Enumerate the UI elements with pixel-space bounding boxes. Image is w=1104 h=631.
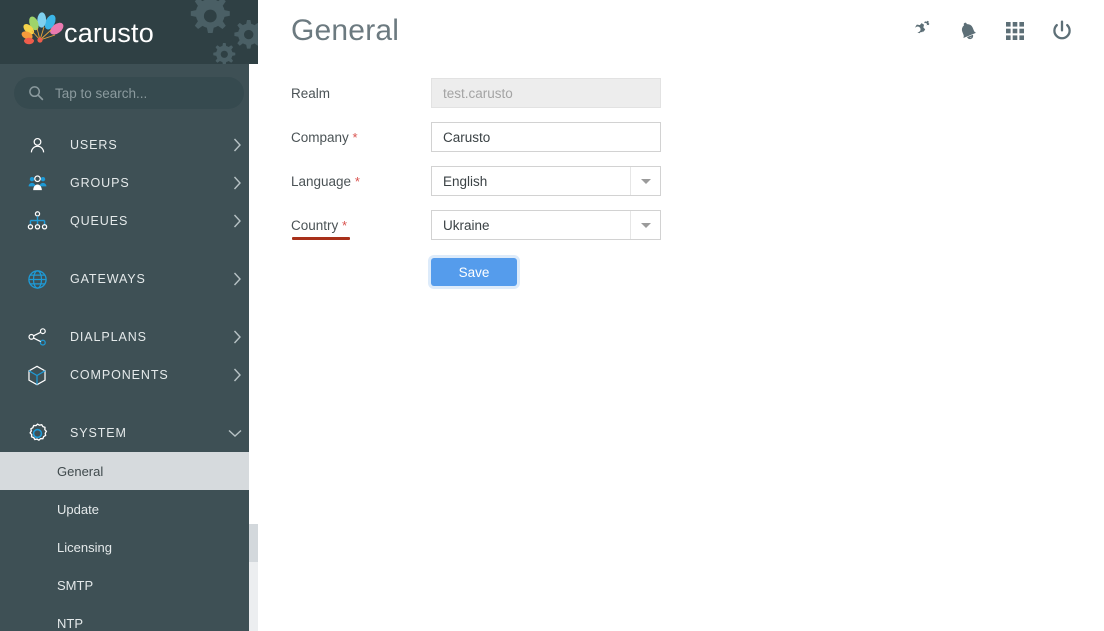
chevron-down-icon[interactable] — [630, 167, 660, 195]
brand-name: carusto — [64, 18, 154, 48]
company-input[interactable]: Carusto — [431, 122, 661, 152]
globe-icon — [24, 267, 50, 291]
field-value: Carusto — [443, 129, 491, 145]
sidebar-item-components[interactable]: COMPONENTS — [0, 356, 258, 394]
sidebar-subitem-ntp[interactable]: NTP — [0, 604, 258, 631]
save-button[interactable]: Save — [431, 258, 517, 286]
decorative-gears-icon — [190, 0, 258, 64]
sidebar: carusto USERS — [0, 0, 258, 631]
topbar-icons — [908, 18, 1080, 44]
sidebar-header: carusto — [0, 0, 258, 64]
chevron-down-icon[interactable] — [630, 211, 660, 239]
form-actions: Save — [291, 258, 1104, 286]
sidebar-nav: USERS GROUPS QUEUES GATEWAYS DIALPLANS C… — [0, 122, 258, 631]
chevron-right-icon — [233, 272, 242, 286]
apps-grid-icon[interactable] — [1002, 18, 1028, 44]
sidebar-item-label: GROUPS — [70, 176, 130, 190]
field-label-realm: Realm — [291, 86, 431, 101]
sidebar-scrollbar-thumb-secondary[interactable] — [249, 524, 258, 562]
sidebar-item-label: USERS — [70, 138, 118, 152]
sidebar-scrollbar-thumb[interactable] — [249, 64, 258, 526]
form-row-country: Country * Ukraine — [291, 210, 1104, 240]
form-row-language: Language * English — [291, 166, 1104, 196]
sidebar-item-label: DIALPLANS — [70, 330, 147, 344]
search-box[interactable] — [14, 77, 244, 109]
label-text: Realm — [291, 85, 331, 101]
chevron-right-icon — [233, 330, 242, 344]
language-select[interactable]: English — [431, 166, 661, 196]
groups-icon — [24, 171, 50, 195]
main-content: General Realm test.carusto Company * Car… — [258, 0, 1104, 631]
sidebar-item-label: QUEUES — [70, 214, 129, 228]
field-value: English — [443, 173, 488, 189]
label-text: Company — [291, 129, 349, 145]
topbar: General — [258, 0, 1104, 62]
chevron-right-icon — [233, 214, 242, 228]
sidebar-item-dialplans[interactable]: DIALPLANS — [0, 318, 258, 356]
search-zone — [0, 64, 258, 122]
country-highlight-underline — [292, 236, 350, 240]
sidebar-subitem-licensing[interactable]: Licensing — [0, 528, 258, 566]
notifications-bell-icon[interactable] — [955, 18, 981, 44]
field-value: test.carusto — [443, 85, 513, 101]
search-icon — [29, 86, 44, 101]
sidebar-item-users[interactable]: USERS — [0, 126, 258, 164]
sidebar-item-queues[interactable]: QUEUES — [0, 202, 258, 240]
brand-logo[interactable]: carusto — [18, 8, 154, 56]
field-value: Ukraine — [443, 217, 490, 233]
settings-gears-icon[interactable] — [908, 18, 934, 44]
gear-ring-icon — [24, 421, 50, 445]
user-icon — [24, 133, 50, 157]
sidebar-subitem-smtp[interactable]: SMTP — [0, 566, 258, 604]
chevron-right-icon — [233, 368, 242, 382]
country-select[interactable]: Ukraine — [431, 210, 661, 240]
chevron-down-icon — [228, 429, 242, 438]
share-icon — [24, 325, 50, 349]
search-input[interactable] — [53, 84, 230, 102]
carusto-fan-logo-icon — [21, 12, 64, 45]
sidebar-item-gateways[interactable]: GATEWAYS — [0, 260, 258, 298]
sidebar-item-label: SYSTEM — [70, 426, 127, 440]
realm-input: test.carusto — [431, 78, 661, 108]
sidebar-item-system[interactable]: SYSTEM — [0, 414, 258, 452]
field-label-language: Language * — [291, 174, 431, 189]
label-text: Country — [291, 217, 339, 233]
sidebar-subnav-system: General Update Licensing SMTP NTP — [0, 452, 258, 631]
sidebar-subitem-update[interactable]: Update — [0, 490, 258, 528]
label-text: Language — [291, 173, 352, 189]
required-marker: * — [354, 173, 360, 189]
chevron-right-icon — [233, 176, 242, 190]
sidebar-item-label: COMPONENTS — [70, 368, 169, 382]
sidebar-item-groups[interactable]: GROUPS — [0, 164, 258, 202]
sidebar-item-label: GATEWAYS — [70, 272, 146, 286]
required-marker: * — [352, 129, 358, 145]
power-icon[interactable] — [1049, 18, 1075, 44]
queues-icon — [24, 209, 50, 233]
chevron-right-icon — [233, 138, 242, 152]
cube-icon — [24, 363, 50, 387]
general-settings-form: Realm test.carusto Company * Carusto Lan… — [258, 62, 1104, 286]
sidebar-subitem-general[interactable]: General — [0, 452, 258, 490]
form-row-realm: Realm test.carusto — [291, 78, 1104, 108]
form-row-company: Company * Carusto — [291, 122, 1104, 152]
app-root: carusto USERS — [0, 0, 1104, 631]
required-marker: * — [342, 217, 348, 233]
page-title: General — [291, 14, 400, 47]
field-label-company: Company * — [291, 130, 431, 145]
field-label-country: Country * — [291, 217, 431, 240]
